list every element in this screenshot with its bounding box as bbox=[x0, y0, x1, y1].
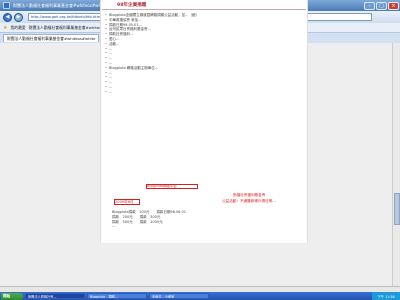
taskbar-item-blog[interactable]: Blogpluto - 捐贈... bbox=[87, 293, 147, 299]
maximize-button[interactable]: □ bbox=[376, 1, 387, 10]
tab-label: 財團法人勤福社會福利事業基金會#whiteos#white bbox=[7, 35, 96, 41]
highlight-blog-label: Blogpluto網路平台 bbox=[147, 184, 177, 188]
forward-button[interactable]: ▶ bbox=[14, 12, 23, 22]
donation-table: Blogpluto捐款 100元 捐款日期98.06.01 捐款 200元 捐款… bbox=[112, 210, 302, 229]
donation-list: Blogpluto全國獨立頻道暨網路捐贈公益活動，並...（續） 中華救援協會 … bbox=[105, 13, 300, 95]
header-divider bbox=[102, 9, 306, 10]
taskbar: 開始 財團法人勤福社會... Blogpluto - 捐贈... 未命名 - 小… bbox=[0, 292, 400, 300]
minimize-button[interactable]: – bbox=[364, 1, 375, 10]
clock: 下午 11:56 bbox=[372, 292, 400, 300]
start-button[interactable]: 開始 bbox=[1, 292, 23, 300]
browser-window: 財團法人勤福社會福利事業基金會#whiteos#white#whiteos - … bbox=[0, 0, 400, 300]
table-row: ... bbox=[112, 224, 116, 229]
favorites-link[interactable]: 財團法人勤福社會福利事業基金會#whiteos bbox=[29, 25, 104, 31]
scrollbar-thumb[interactable] bbox=[394, 193, 400, 225]
red-note-date: 2009年6月 bbox=[115, 200, 134, 204]
taskbar-item-ie[interactable]: 財團法人勤福社會... bbox=[25, 293, 85, 299]
favorites-label[interactable]: 我的最愛 bbox=[10, 25, 25, 31]
red-note-instruction: 公益活動：不通匯款帳戶請註明… bbox=[222, 199, 276, 203]
vertical-scrollbar[interactable] bbox=[392, 43, 400, 286]
red-note-org: 勤福社會福利基金會 bbox=[233, 193, 266, 197]
year-header: 98年企業捐贈 bbox=[117, 3, 147, 8]
taskbar-item-paint[interactable]: 未命名 - 小畫家 bbox=[149, 293, 209, 299]
back-button[interactable]: ◀ bbox=[3, 12, 12, 22]
close-button[interactable]: × bbox=[388, 1, 399, 10]
favorites-star-icon[interactable]: ★ bbox=[3, 25, 7, 31]
list-item: ... bbox=[105, 90, 300, 95]
tab-current[interactable]: 財團法人勤福社會福利事業基金會#whiteos#white bbox=[3, 34, 100, 42]
ie-icon bbox=[3, 2, 10, 9]
